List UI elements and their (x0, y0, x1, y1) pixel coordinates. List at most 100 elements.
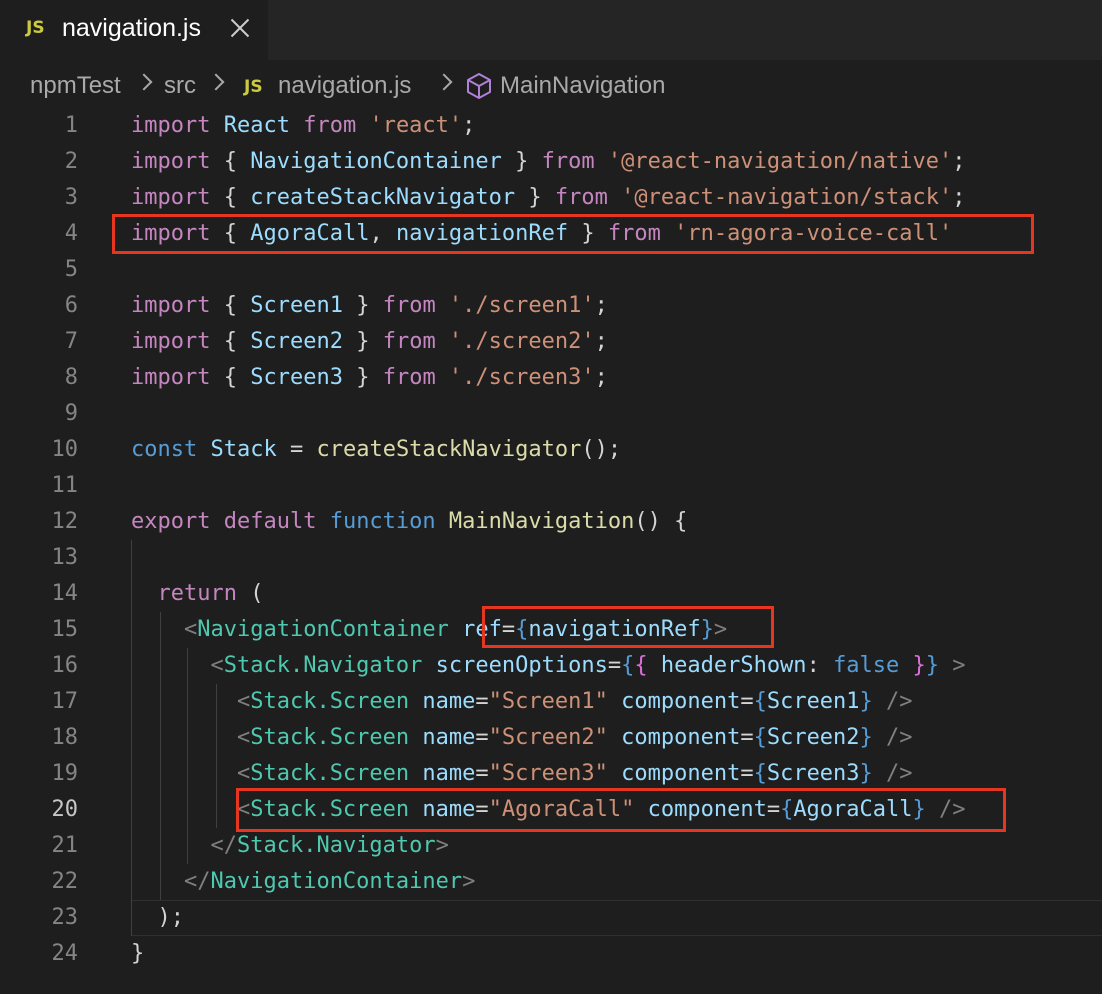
code-line[interactable]: 24} (0, 936, 1102, 972)
code-line[interactable]: 16 <Stack.Navigator screenOptions={{ hea… (0, 648, 1102, 684)
code-token: name (409, 725, 476, 750)
code-token: "Screen2" (488, 725, 608, 750)
line-number: 23 (51, 905, 79, 930)
code-token: NavigationContainer (197, 617, 449, 642)
code-token: '@react-navigation/native' (594, 149, 953, 174)
code-line[interactable]: 18 <Stack.Screen name="Screen2" componen… (0, 720, 1102, 756)
code-token: } (515, 185, 555, 210)
code-text: const Stack = createStackNavigator(); (131, 432, 621, 468)
code-token: = (740, 761, 754, 786)
code-line[interactable]: 23 ); (0, 900, 1102, 936)
code-token: = (475, 689, 489, 714)
code-text: import { createStackNavigator } from '@r… (131, 180, 966, 216)
code-token: { (210, 365, 251, 390)
code-token: { (634, 653, 648, 678)
code-token: } (342, 329, 383, 354)
code-line[interactable]: 21 </Stack.Navigator> (0, 828, 1102, 864)
line-number: 8 (64, 365, 78, 390)
code-token: = (740, 725, 754, 750)
chevron-right-icon (135, 73, 153, 91)
code-token: = (475, 761, 489, 786)
code-line[interactable]: 9 (0, 396, 1102, 432)
code-token: "Screen1" (488, 689, 608, 714)
code-line[interactable]: 12 export default function MainNavigation… (0, 504, 1102, 540)
code-line[interactable]: 2 import { NavigationContainer } from '@r… (0, 144, 1102, 180)
code-line[interactable]: 3 import { createStackNavigator } from '@… (0, 180, 1102, 216)
code-token: createStackNavigator (250, 185, 516, 210)
code-text: <Stack.Screen name="Screen3" component={… (131, 756, 913, 792)
code-token: from (382, 365, 436, 390)
code-line[interactable]: 10 const Stack = createStackNavigator(); (0, 432, 1102, 468)
code-token: { (753, 761, 767, 786)
code-token: Screen2 (250, 329, 343, 354)
code-token: './screen2' (435, 329, 595, 354)
code-text: import { Screen1 } from './screen1'; (131, 288, 608, 324)
code-line[interactable]: 7 import { Screen2 } from './screen2'; (0, 324, 1102, 360)
code-line[interactable]: 11 (0, 468, 1102, 504)
tab-navigation-js[interactable]: JS navigation.js (0, 0, 268, 60)
code-token: } (859, 761, 873, 786)
code-token: component (607, 689, 741, 714)
code-token: ; (594, 293, 608, 318)
code-token: import (131, 293, 211, 318)
line-number: 19 (51, 761, 79, 786)
code-text: import React from 'react'; (131, 108, 475, 144)
code-line[interactable]: 19 <Stack.Screen name="Screen3" componen… (0, 756, 1102, 792)
code-token: import (131, 113, 211, 138)
close-icon[interactable] (228, 16, 252, 40)
breadcrumb-navigation-js[interactable]: navigation.js (278, 72, 411, 100)
code-token: /> (872, 725, 913, 750)
code-token: headerShown (647, 653, 807, 678)
highlight-box-ref (482, 606, 774, 648)
code-line[interactable]: 5 (0, 252, 1102, 288)
code-token: './screen3' (435, 365, 595, 390)
code-token: = (475, 725, 489, 750)
code-token: import (131, 329, 211, 354)
code-line[interactable]: 13 (0, 540, 1102, 576)
code-text: <Stack.Screen name="Screen2" component={… (131, 720, 913, 756)
line-number: 14 (51, 581, 79, 606)
code-line[interactable]: 6 import { Screen1 } from './screen1'; (0, 288, 1102, 324)
breadcrumb-src[interactable]: src (164, 72, 196, 100)
code-token: Screen1 (766, 689, 860, 714)
code-line[interactable]: 17 <Stack.Screen name="Screen1" componen… (0, 684, 1102, 720)
code-line[interactable]: 22 </NavigationContainer> (0, 864, 1102, 900)
code-token: ; (594, 365, 608, 390)
code-token: from (382, 293, 436, 318)
breadcrumb-mainnavigation[interactable]: MainNavigation (500, 72, 665, 100)
breadcrumb-npmtest[interactable]: npmTest (30, 72, 121, 100)
code-token: ; (952, 149, 966, 174)
tab-bar: JS navigation.js (0, 0, 1102, 60)
code-token: () { (634, 509, 688, 534)
code-token: from (541, 149, 595, 174)
code-text: </NavigationContainer> (131, 864, 475, 900)
code-token: { (753, 725, 767, 750)
code-token: { (210, 293, 251, 318)
code-token: Stack.Screen (250, 689, 410, 714)
code-token: name (409, 689, 476, 714)
code-text: return ( (131, 576, 264, 612)
code-token: ); (131, 905, 184, 930)
line-number: 5 (64, 257, 78, 282)
code-text: <Stack.Navigator screenOptions={{ header… (131, 648, 965, 684)
code-token: component (607, 725, 741, 750)
code-line[interactable]: 8 import { Screen3 } from './screen3'; (0, 360, 1102, 396)
code-token: MainNavigation (435, 509, 635, 534)
line-number: 10 (51, 437, 79, 462)
code-token: < (210, 653, 224, 678)
code-token: false (833, 653, 900, 678)
code-token: > (462, 869, 476, 894)
code-token: /> (872, 761, 913, 786)
code-token: = (276, 437, 317, 462)
line-number: 16 (51, 653, 79, 678)
code-line[interactable]: 1 import React from 'react'; (0, 108, 1102, 144)
js-file-icon: JS (26, 18, 45, 38)
js-file-icon: JS (244, 77, 263, 97)
code-text: export default function MainNavigation()… (131, 504, 687, 540)
line-number: 1 (64, 113, 78, 138)
code-token: component (607, 761, 741, 786)
code-token: { (210, 185, 251, 210)
